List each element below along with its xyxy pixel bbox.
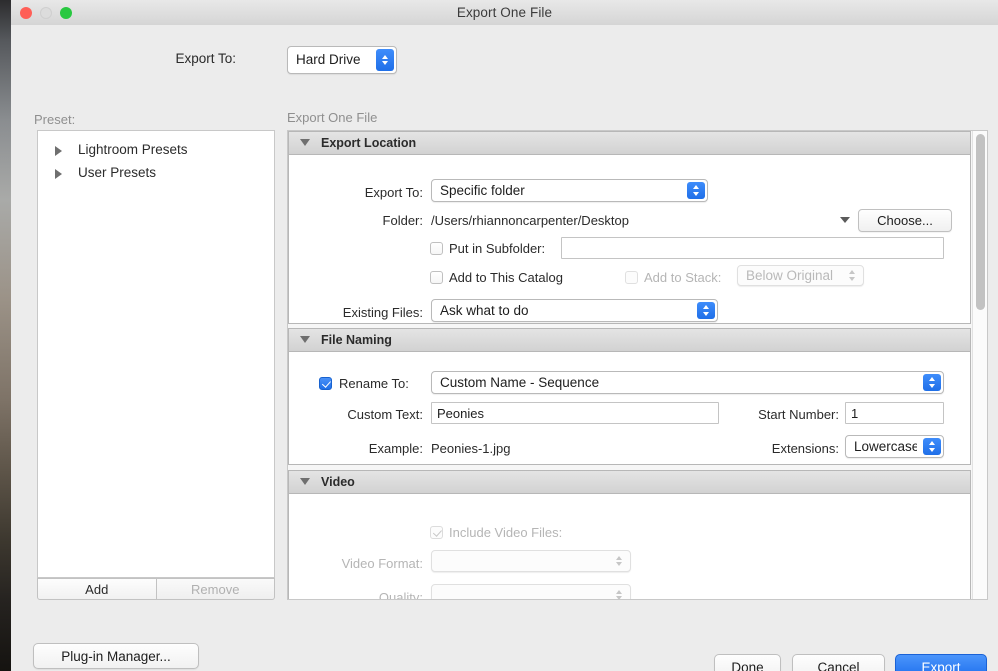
dialog-body: Export To: Hard Drive Preset: Lightroom … (11, 25, 998, 671)
existing-files-value: Ask what to do (440, 302, 529, 318)
add-to-catalog-checkbox[interactable] (430, 271, 443, 284)
video-quality-value (440, 585, 604, 599)
export-destination-value: Hard Drive (296, 52, 361, 68)
export-location-export-to-label: Export To: (364, 185, 423, 200)
rename-template-select[interactable]: Custom Name - Sequence (431, 371, 944, 394)
add-to-catalog-label: Add to This Catalog (449, 270, 563, 285)
include-video-files-label: Include Video Files: (449, 525, 563, 540)
stepper-arrows-icon (923, 374, 941, 391)
export-location-folder-select-value: Specific folder (440, 182, 525, 198)
done-button[interactable]: Done (714, 654, 781, 671)
add-preset-button[interactable]: Add (37, 578, 157, 600)
video-format-label: Video Format: (341, 556, 423, 571)
preset-group-label: User Presets (78, 165, 157, 180)
preset-label: Preset: (34, 112, 76, 127)
video-format-value (440, 551, 604, 571)
extensions-case-value: Lowercase (854, 438, 917, 454)
window-title: Export One File (456, 5, 553, 20)
folder-history-chevron-down-icon[interactable] (840, 217, 850, 223)
preset-group-lightroom[interactable]: Lightroom Presets (38, 138, 274, 161)
stepper-arrows-icon (610, 553, 628, 569)
put-in-subfolder-checkbox[interactable] (430, 242, 443, 255)
video-quality-select (431, 584, 631, 599)
scrollbar-thumb[interactable] (976, 134, 985, 310)
example-label: Example: (368, 441, 423, 456)
stepper-arrows-icon (697, 302, 715, 319)
folder-path-value: /Users/rhiannoncarpenter/Desktop (431, 213, 629, 228)
export-dialog-window: Export One File Export To: Hard Drive Pr… (11, 0, 998, 671)
preset-group-user[interactable]: User Presets (38, 161, 274, 184)
section-title: Export Location (321, 136, 417, 150)
custom-text-input[interactable]: Peonies (431, 402, 719, 424)
section-header-export-location[interactable]: Export Location (289, 132, 970, 155)
right-pane-caption: Export One File (287, 110, 378, 125)
remove-preset-button: Remove (156, 578, 275, 600)
section-title: Video (321, 475, 355, 489)
disclosure-triangle-down-icon[interactable] (300, 139, 310, 146)
stepper-arrows-icon (376, 49, 394, 71)
section-header-video[interactable]: Video (289, 471, 970, 494)
export-location-folder-select[interactable]: Specific folder (431, 179, 708, 202)
subfolder-name-input[interactable] (561, 237, 944, 259)
stepper-arrows-icon (610, 587, 628, 599)
stepper-arrows-icon (687, 182, 705, 199)
preset-list-panel[interactable]: Lightroom Presets User Presets (37, 130, 275, 578)
settings-scroll-content: Export Location Export To: Specific fold… (288, 131, 971, 600)
add-to-stack-label: Add to Stack: (644, 270, 722, 285)
rename-template-value: Custom Name - Sequence (440, 374, 600, 390)
window-titlebar: Export One File (11, 0, 998, 26)
section-export-location: Export Location Export To: Specific fold… (288, 131, 971, 324)
existing-files-label: Existing Files: (342, 305, 423, 320)
start-number-input[interactable]: 1 (845, 402, 944, 424)
put-in-subfolder-label: Put in Subfolder: (449, 241, 546, 256)
disclosure-triangle-down-icon[interactable] (300, 478, 310, 485)
stepper-arrows-icon (923, 438, 941, 455)
export-destination-select[interactable]: Hard Drive (287, 46, 397, 74)
disclosure-triangle-right-icon[interactable] (55, 146, 62, 156)
export-destination-row: Export To: Hard Drive (11, 46, 998, 74)
export-button[interactable]: Export (895, 654, 987, 671)
choose-folder-button[interactable]: Choose... (858, 209, 952, 232)
video-quality-label: Quality: (378, 590, 423, 600)
include-video-files-checkbox (430, 526, 443, 539)
section-video: Video Include Video Files: Video Format: (288, 470, 971, 600)
section-header-file-naming[interactable]: File Naming (289, 329, 970, 352)
start-number-label: Start Number: (758, 407, 839, 422)
stack-position-select: Below Original (737, 265, 864, 286)
settings-scroll-area: Export Location Export To: Specific fold… (287, 130, 988, 600)
stepper-arrows-icon (843, 268, 861, 283)
folder-label: Folder: (382, 213, 423, 228)
video-format-select (431, 550, 631, 572)
settings-vertical-scrollbar[interactable] (972, 131, 987, 599)
disclosure-triangle-down-icon[interactable] (300, 336, 310, 343)
preset-action-buttons: Add Remove (37, 578, 275, 600)
custom-text-label: Custom Text: (347, 407, 423, 422)
existing-files-select[interactable]: Ask what to do (431, 299, 718, 322)
example-value: Peonies-1.jpg (431, 441, 511, 456)
add-to-stack-checkbox (625, 271, 638, 284)
section-file-naming: File Naming Rename To: Custom Name - Seq… (288, 328, 971, 465)
extensions-case-select[interactable]: Lowercase (845, 435, 944, 458)
preset-group-label: Lightroom Presets (78, 142, 188, 157)
rename-to-checkbox[interactable] (319, 377, 332, 390)
export-to-label: Export To: (175, 51, 236, 66)
extensions-label: Extensions: (771, 441, 839, 456)
stack-position-value: Below Original (746, 267, 834, 283)
disclosure-triangle-right-icon[interactable] (55, 169, 62, 179)
cancel-button[interactable]: Cancel (792, 654, 885, 671)
plugin-manager-button[interactable]: Plug-in Manager... (33, 643, 199, 669)
rename-to-label: Rename To: (339, 376, 409, 391)
section-title: File Naming (321, 333, 392, 347)
